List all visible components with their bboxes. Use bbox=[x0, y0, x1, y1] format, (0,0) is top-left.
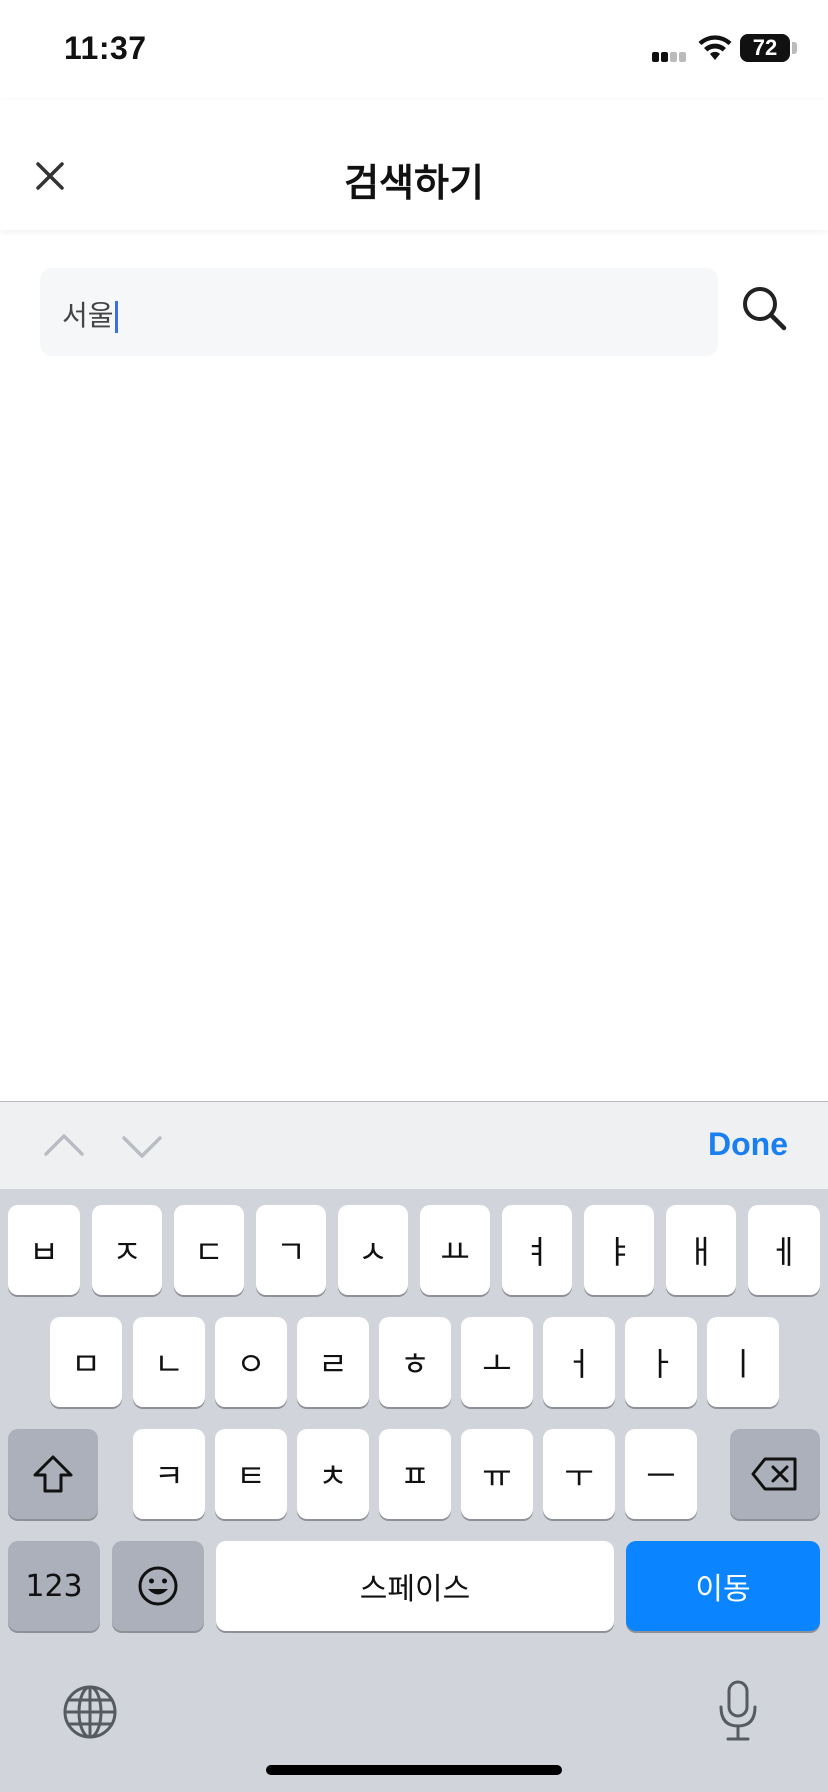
status-bar: 11:37 72 bbox=[0, 0, 828, 100]
chevron-up-icon[interactable] bbox=[40, 1122, 88, 1170]
numbers-key[interactable]: 123 bbox=[8, 1541, 100, 1631]
nav-header: 검색하기 bbox=[0, 100, 828, 230]
key[interactable]: ㅣ bbox=[707, 1317, 779, 1407]
key[interactable]: ㅇ bbox=[215, 1317, 287, 1407]
key[interactable]: ㅕ bbox=[502, 1205, 572, 1295]
microphone-icon[interactable] bbox=[716, 1679, 760, 1743]
key[interactable]: ㄴ bbox=[133, 1317, 205, 1407]
key[interactable]: ㅈ bbox=[92, 1205, 162, 1295]
key[interactable]: ㅅ bbox=[338, 1205, 408, 1295]
chevron-down-icon[interactable] bbox=[118, 1122, 166, 1170]
screen: 11:37 72 검색하기 서울 Done ㅂ ㅈ ㄷ ㄱ ㅅ ㅛ ㅕ ㅑ ㅐ … bbox=[0, 0, 828, 1792]
battery-cap bbox=[792, 42, 797, 54]
key[interactable]: ㄷ bbox=[174, 1205, 244, 1295]
key[interactable]: ㅐ bbox=[666, 1205, 736, 1295]
key[interactable]: ㅗ bbox=[461, 1317, 533, 1407]
key[interactable]: ㅑ bbox=[584, 1205, 654, 1295]
key[interactable]: ㅜ bbox=[543, 1429, 615, 1519]
key[interactable]: ㅎ bbox=[379, 1317, 451, 1407]
key[interactable]: ㅡ bbox=[625, 1429, 697, 1519]
key[interactable]: ㅓ bbox=[543, 1317, 615, 1407]
key[interactable]: ㅂ bbox=[8, 1205, 80, 1295]
page-title: 검색하기 bbox=[344, 161, 484, 205]
wifi-icon bbox=[698, 35, 732, 60]
key[interactable]: ㅁ bbox=[50, 1317, 122, 1407]
cellular-signal-icon bbox=[652, 48, 692, 62]
key[interactable]: ㅏ bbox=[625, 1317, 697, 1407]
key[interactable]: ㅋ bbox=[133, 1429, 205, 1519]
key[interactable]: ㅛ bbox=[420, 1205, 490, 1295]
backspace-icon bbox=[751, 1457, 797, 1491]
emoji-key[interactable] bbox=[112, 1541, 204, 1631]
globe-icon[interactable] bbox=[62, 1684, 118, 1740]
key[interactable]: ㅠ bbox=[461, 1429, 533, 1519]
shift-icon bbox=[33, 1455, 73, 1493]
shift-key[interactable] bbox=[8, 1429, 98, 1519]
home-indicator bbox=[266, 1765, 562, 1775]
key[interactable]: ㅊ bbox=[297, 1429, 369, 1519]
key[interactable]: ㅔ bbox=[748, 1205, 820, 1295]
search-icon bbox=[743, 287, 787, 331]
search-query: 서울 bbox=[62, 299, 114, 332]
search-input[interactable]: 서울 bbox=[40, 268, 718, 356]
backspace-key[interactable] bbox=[730, 1429, 820, 1519]
done-button[interactable]: Done bbox=[708, 1126, 788, 1163]
keyboard: ㅂ ㅈ ㄷ ㄱ ㅅ ㅛ ㅕ ㅑ ㅐ ㅔ ㅁ ㄴ ㅇ ㄹ ㅎ ㅗ ㅓ ㅏ ㅣ ㅋ … bbox=[0, 1189, 828, 1792]
keyboard-toolbar: Done bbox=[0, 1101, 828, 1189]
key[interactable]: ㅌ bbox=[215, 1429, 287, 1519]
key[interactable]: ㄱ bbox=[256, 1205, 326, 1295]
space-key[interactable]: 스페이스 bbox=[216, 1541, 614, 1631]
key[interactable]: ㅍ bbox=[379, 1429, 451, 1519]
emoji-icon bbox=[138, 1566, 178, 1606]
status-time: 11:37 bbox=[64, 30, 147, 66]
search-button[interactable] bbox=[740, 284, 788, 332]
battery-level: 72 bbox=[740, 34, 790, 62]
search-input-value: 서울 bbox=[62, 294, 118, 334]
key[interactable]: ㄹ bbox=[297, 1317, 369, 1407]
text-caret bbox=[114, 301, 118, 333]
go-key[interactable]: 이동 bbox=[626, 1541, 820, 1631]
